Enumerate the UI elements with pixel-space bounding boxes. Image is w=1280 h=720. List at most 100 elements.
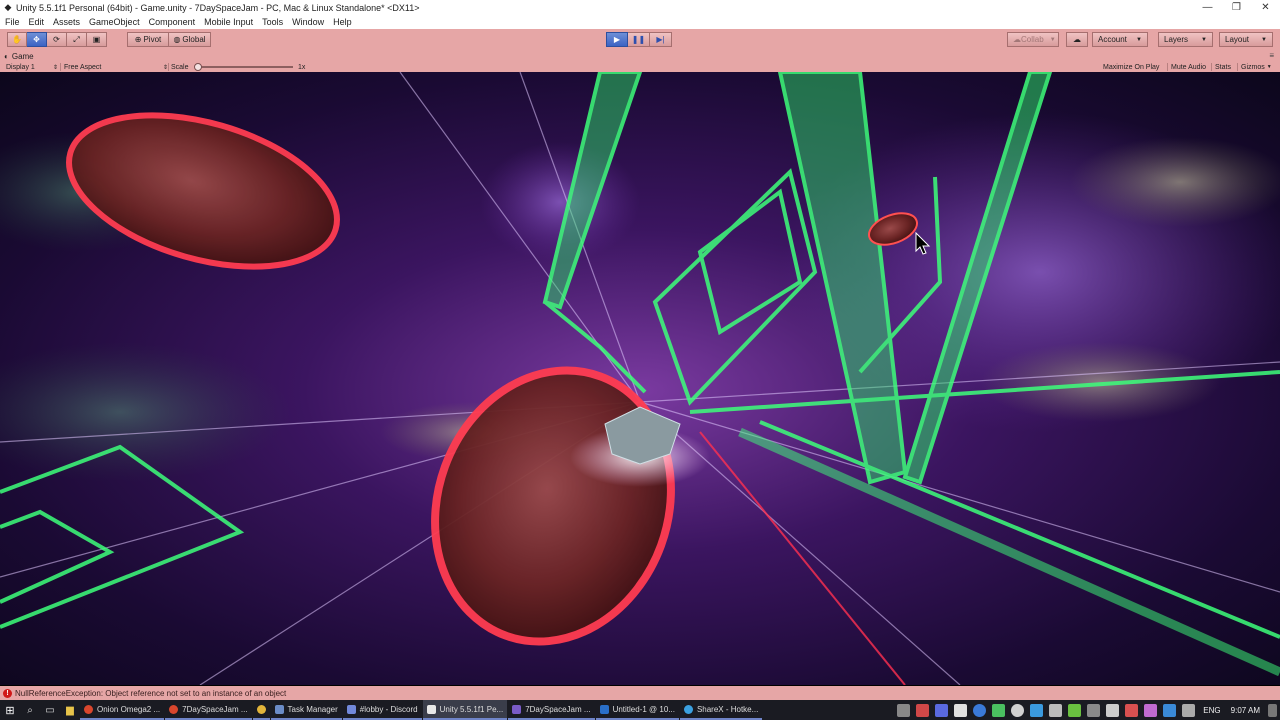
- tray-app-icon[interactable]: [1030, 703, 1044, 717]
- menu-component[interactable]: Component: [144, 17, 200, 27]
- volume-icon[interactable]: [1049, 703, 1063, 717]
- tray-app-icon[interactable]: [973, 703, 987, 717]
- cloud-icon: ☁: [1073, 35, 1081, 44]
- notifications-icon[interactable]: [1268, 703, 1277, 717]
- caret-down-icon: ▼: [1261, 36, 1267, 43]
- unity-logo-icon: ◆: [4, 2, 12, 12]
- close-icon[interactable]: ✕: [1251, 0, 1280, 15]
- tray-app-icon[interactable]: [897, 703, 911, 717]
- taskbar-app-unity[interactable]: Unity 5.5.1f1 Pe...: [422, 700, 508, 720]
- global-label: Global: [182, 35, 206, 44]
- tray-app-icon[interactable]: [954, 703, 968, 717]
- taskbar-app-discord[interactable]: #lobby - Discord: [342, 700, 422, 720]
- maximize-on-play-toggle[interactable]: Maximize On Play: [1103, 62, 1159, 72]
- tray-app-icon[interactable]: [1144, 703, 1158, 717]
- tray-app-icon[interactable]: [935, 703, 949, 717]
- collab-label: Collab: [1021, 35, 1044, 44]
- menu-assets[interactable]: Assets: [48, 17, 84, 27]
- hand-tool-button[interactable]: ✋: [7, 32, 27, 47]
- tray-app-icon[interactable]: [1011, 703, 1025, 717]
- menu-edit[interactable]: Edit: [24, 17, 49, 27]
- tray-app-icon[interactable]: [1163, 703, 1177, 717]
- cloud-collab-icon: ☁: [1013, 35, 1021, 44]
- globe-icon: ◍: [173, 35, 181, 44]
- windows-start-icon[interactable]: ⊞: [0, 700, 20, 720]
- game-tab-strip: ◐ Game ≡: [0, 51, 1280, 62]
- system-tray: ENG 9:07 AM: [894, 700, 1280, 720]
- tray-app-icon[interactable]: [1068, 703, 1082, 717]
- menu-gameobject[interactable]: GameObject: [84, 17, 144, 27]
- pivot-toggle[interactable]: ⊕ Pivot: [127, 32, 169, 47]
- pivot-global-group: ⊕ Pivot ◍ Global: [127, 32, 211, 47]
- taskbar-app-visual-studio[interactable]: 7DaySpaceJam ...: [508, 700, 595, 720]
- scale-slider-track[interactable]: [197, 66, 293, 68]
- stats-toggle[interactable]: Stats: [1215, 62, 1231, 72]
- error-icon: !: [3, 688, 12, 698]
- tray-app-icon[interactable]: [916, 703, 930, 717]
- game-viewport[interactable]: [0, 72, 1280, 685]
- pause-icon: ❚❚: [631, 35, 646, 44]
- tab-game[interactable]: ◐ Game: [4, 51, 34, 62]
- taskbar-app-label: ShareX - Hotke...: [696, 704, 759, 714]
- file-explorer-icon[interactable]: ▆: [60, 700, 80, 720]
- cloud-services-button[interactable]: ☁: [1066, 32, 1088, 47]
- rect-tool-button[interactable]: ▣: [87, 32, 107, 47]
- display-label: Display 1: [6, 63, 35, 71]
- layers-dropdown[interactable]: Layers ▼: [1158, 32, 1213, 47]
- play-button[interactable]: ▶: [606, 32, 628, 47]
- mute-audio-toggle[interactable]: Mute Audio: [1171, 62, 1206, 72]
- minimize-icon[interactable]: —: [1193, 0, 1222, 15]
- language-indicator[interactable]: ENG: [1203, 706, 1220, 715]
- menu-mobile-input[interactable]: Mobile Input: [199, 17, 257, 27]
- console-status-bar[interactable]: ! NullReferenceException: Object referen…: [0, 686, 1280, 700]
- network-icon[interactable]: [1106, 703, 1120, 717]
- main-toolbar: ✋ ✥ ⟳ ⤢ ▣ ⊕ Pivot ◍ Global ▶ ❚❚ ▶| ☁ Collab…: [0, 29, 1280, 52]
- restore-icon[interactable]: ❐: [1222, 0, 1251, 15]
- unity-icon: [426, 704, 436, 714]
- menu-help[interactable]: Help: [328, 17, 356, 27]
- gizmos-label: Gizmos: [1241, 63, 1265, 71]
- display-dropdown[interactable]: Display 1 ⇕: [6, 62, 58, 72]
- search-icon[interactable]: ⌕: [20, 700, 40, 720]
- taskbar-app-label: Onion Omega2 ...: [97, 704, 161, 714]
- menu-window[interactable]: Window: [287, 17, 328, 27]
- scale-slider-thumb[interactable]: [194, 63, 202, 71]
- taskbar-app-chrome[interactable]: [252, 700, 270, 720]
- taskbar-app-onion[interactable]: Onion Omega2 ...: [80, 700, 165, 720]
- account-dropdown[interactable]: Account ▼: [1092, 32, 1148, 47]
- pause-button[interactable]: ❚❚: [628, 32, 650, 47]
- task-manager-icon: [274, 704, 284, 714]
- keyboard-icon[interactable]: [1182, 703, 1196, 717]
- gizmos-dropdown[interactable]: Gizmos ▼: [1241, 62, 1272, 72]
- taskbar-app-photoshop[interactable]: Untitled-1 @ 10...: [595, 700, 679, 720]
- task-view-icon[interactable]: ▭: [40, 700, 60, 720]
- taskbar-app-label: Task Manager: [287, 704, 338, 714]
- tray-app-icon[interactable]: [1087, 703, 1101, 717]
- window-controls: — ❐ ✕: [1193, 0, 1280, 15]
- taskbar-app-sharex[interactable]: ShareX - Hotke...: [679, 700, 763, 720]
- caret-down-icon: ▼: [1266, 64, 1272, 70]
- collab-dropdown[interactable]: ☁ Collab ▼: [1007, 32, 1059, 47]
- layers-label: Layers: [1164, 35, 1189, 44]
- clock[interactable]: 9:07 AM: [1231, 706, 1260, 715]
- taskbar-app-task-manager[interactable]: Task Manager: [270, 700, 342, 720]
- move-tool-button[interactable]: ✥: [27, 32, 47, 47]
- menu-file[interactable]: File: [0, 17, 24, 27]
- tab-game-label: Game: [11, 52, 34, 61]
- aspect-dropdown[interactable]: Free Aspect ⇕: [64, 62, 168, 72]
- game-view-icon: ◐: [4, 52, 9, 61]
- scale-tool-button[interactable]: ⤢: [67, 32, 87, 47]
- layout-dropdown[interactable]: Layout ▼: [1219, 32, 1273, 47]
- tray-app-icon[interactable]: [992, 703, 1006, 717]
- rotate-tool-button[interactable]: ⟳: [47, 32, 67, 47]
- rect-icon: ▣: [92, 35, 101, 44]
- window-titlebar: ◆ Unity 5.5.1f1 Personal (64bit) - Game.…: [0, 0, 1280, 15]
- menu-tools[interactable]: Tools: [257, 17, 287, 27]
- tray-app-icon[interactable]: [1125, 703, 1139, 717]
- move-icon: ✥: [33, 35, 40, 44]
- global-toggle[interactable]: ◍ Global: [169, 32, 211, 47]
- aspect-label: Free Aspect: [64, 63, 102, 71]
- tab-menu-icon[interactable]: ≡: [1269, 51, 1274, 60]
- step-button[interactable]: ▶|: [650, 32, 672, 47]
- taskbar-app-7dayspacejam[interactable]: 7DaySpaceJam ...: [165, 700, 252, 720]
